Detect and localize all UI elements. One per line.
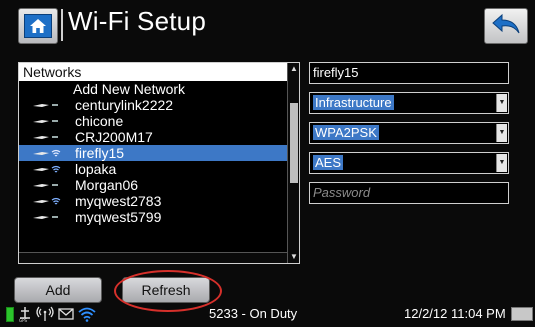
unit-status-text: 5233 - On Duty	[209, 306, 298, 321]
connector-icon	[33, 104, 49, 107]
open-network-icon	[52, 216, 58, 218]
page-title: Wi-Fi Setup	[68, 6, 207, 36]
wifi-secured-icon	[51, 197, 61, 205]
encryption-value: AES	[313, 155, 344, 170]
open-network-icon	[52, 184, 58, 186]
dropdown-arrow-icon[interactable]: ▼	[496, 124, 507, 142]
networks-header: Networks	[19, 63, 287, 81]
list-item-label: CRJ200M17	[75, 129, 153, 145]
status-icons: GPS	[6, 305, 96, 323]
vertical-scrollbar[interactable]: ▲ ▼	[287, 63, 299, 263]
keyboard-icon[interactable]	[511, 307, 533, 321]
ssid-value: firefly15	[313, 65, 359, 80]
list-item-label: chicone	[75, 113, 124, 129]
list-item[interactable]: myqwest2783	[19, 193, 287, 209]
scroll-up-icon[interactable]: ▲	[290, 65, 298, 73]
scroll-down-icon[interactable]: ▼	[290, 253, 298, 261]
dropdown-arrow-icon[interactable]: ▼	[496, 154, 507, 172]
svg-text:GPS: GPS	[19, 318, 28, 322]
gps-icon: GPS	[19, 307, 30, 322]
wifi-icon	[78, 307, 96, 322]
password-placeholder: Password	[313, 185, 371, 200]
encryption-select[interactable]: AES ▼	[309, 152, 509, 174]
mode-select[interactable]: Infrastructure ▼	[309, 92, 509, 114]
ssid-field[interactable]: firefly15	[309, 62, 509, 84]
open-network-icon	[52, 104, 58, 106]
list-item[interactable]: lopaka	[19, 161, 287, 177]
add-button[interactable]: Add	[14, 277, 102, 303]
list-item-label: lopaka	[75, 161, 117, 177]
connector-icon	[33, 200, 49, 203]
list-item[interactable]: chicone	[19, 113, 287, 129]
security-value: WPA2PSK	[313, 125, 379, 140]
list-item-label: Morgan06	[75, 177, 139, 193]
list-item-selected[interactable]: firefly15	[19, 145, 287, 161]
list-item[interactable]: CRJ200M17	[19, 129, 287, 145]
connector-icon	[33, 216, 49, 219]
mode-value: Infrastructure	[313, 95, 394, 110]
open-network-icon	[52, 120, 58, 122]
message-icon	[58, 308, 74, 320]
wifi-secured-icon	[51, 165, 61, 173]
list-item-label: firefly15	[75, 145, 125, 161]
scrollbar-thumb[interactable]	[290, 103, 298, 183]
list-item-label: Add New Network	[73, 81, 186, 97]
horizontal-scrollbar[interactable]	[19, 252, 287, 263]
back-arrow-icon	[491, 13, 521, 40]
list-item-add-new-network[interactable]: Add New Network	[19, 81, 287, 97]
list-item[interactable]: centurylink2222	[19, 97, 287, 113]
connector-icon	[33, 120, 49, 123]
connector-icon	[33, 184, 49, 187]
date-time-text: 12/2/12 11:04 PM	[404, 306, 506, 321]
list-item-label: myqwest5799	[75, 209, 162, 225]
list-item-label: myqwest2783	[75, 193, 162, 209]
networks-list[interactable]: Add New Network centurylink2222 chicone …	[19, 81, 287, 225]
security-select[interactable]: WPA2PSK ▼	[309, 122, 509, 144]
wifi-secured-icon	[51, 149, 61, 157]
dropdown-arrow-icon[interactable]: ▼	[496, 94, 507, 112]
connector-icon	[33, 152, 49, 155]
password-field[interactable]: Password	[309, 182, 509, 204]
home-button[interactable]	[18, 8, 58, 44]
highlight-circle	[114, 270, 222, 312]
networks-list-panel[interactable]: Networks Add New Network centurylink2222…	[18, 62, 300, 264]
list-item[interactable]: Morgan06	[19, 177, 287, 193]
title-divider	[61, 9, 63, 41]
back-button[interactable]	[484, 8, 528, 44]
connector-icon	[33, 168, 49, 171]
battery-icon	[6, 307, 14, 322]
home-icon	[24, 14, 52, 38]
list-item-label: centurylink2222	[75, 97, 174, 113]
open-network-icon	[52, 136, 58, 138]
list-item[interactable]: myqwest5799	[19, 209, 287, 225]
radio-signal-icon	[36, 306, 54, 321]
connector-icon	[33, 136, 49, 139]
